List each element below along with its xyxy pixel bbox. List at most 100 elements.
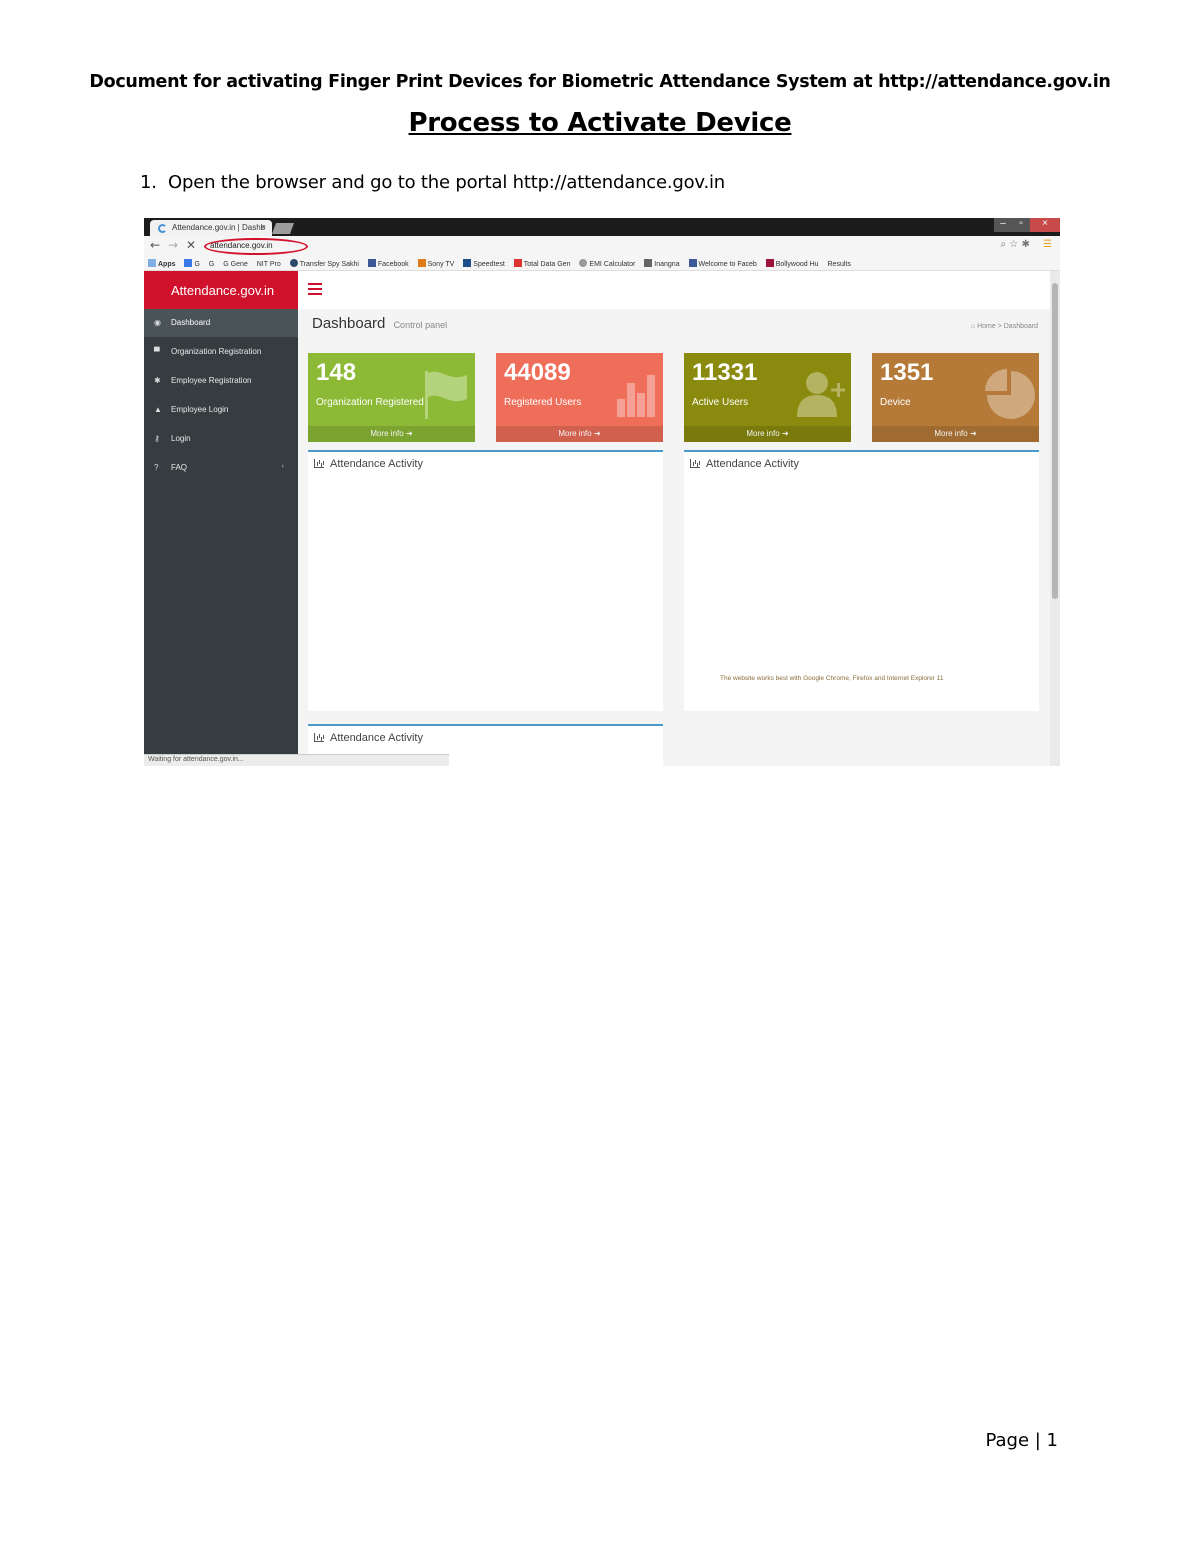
bookmark-item[interactable]: Sony TV [417,259,454,268]
bookmark-item[interactable]: Speedtest [463,259,505,268]
more-info-link[interactable]: More info ➜ [684,426,851,442]
tab-close-icon[interactable]: × [261,222,266,232]
sidebar-item-label: Login [171,434,191,443]
bookmark-item[interactable]: G [184,259,200,268]
globe-icon [289,259,298,267]
stat-value: 11331 [692,359,758,386]
document-title: Process to Activate Device [408,108,792,138]
highlight-circle [204,238,308,255]
more-info-link[interactable]: More info ➜ [872,426,1039,442]
user-add-icon [797,372,845,417]
bookmark-item[interactable]: Inangna [644,259,680,268]
stat-box-organizations: 148 Organization Registered More info ➜ [308,353,475,442]
bookmark-item[interactable]: Transfer Spy Sakhi [289,259,359,268]
key-icon: ⚷ [154,434,160,443]
bookmark-item[interactable]: Total Data Gen [513,259,570,268]
browser-status-bar: Waiting for attendance.gov.in... [144,754,449,766]
browser-tab[interactable]: Attendance.gov.in | Dashb × [150,220,272,236]
bookmark-item[interactable]: Bollywood Hu [765,259,819,268]
printer-icon [644,259,653,267]
sidebar-item-organization-registration[interactable]: ▀ Organization Registration [144,338,298,366]
stat-label: Organization Registered [316,397,424,408]
arrow-circle-icon: ➜ [969,429,977,438]
extension-icon[interactable]: ✱ [1021,239,1029,250]
app-topbar [298,271,1050,309]
chevron-left-icon: ‹ [281,463,284,470]
breadcrumb-current: Dashboard [1003,323,1038,330]
user-icon: ▲ [154,405,162,414]
app-main: Dashboard Control panel ⌂ Home > Dashboa… [298,271,1050,766]
browser-compatibility-notice: The website works best with Google Chrom… [720,675,944,682]
sidebar-item-label: FAQ [171,463,188,472]
facebook-icon [367,259,376,267]
more-info-link[interactable]: More info ➜ [496,426,663,442]
panel-title: Attendance Activity [690,458,799,470]
bookmark-item[interactable]: EMI Calculator [579,259,635,268]
sidebar-item-label: Employee Registration [171,376,252,385]
new-tab-button[interactable] [271,223,295,234]
sidebar-item-employee-login[interactable]: ▲ Employee Login [144,396,298,424]
menu-icon[interactable]: ☰ [1043,239,1052,250]
back-arrow-icon[interactable]: ← [150,238,160,252]
google-icon [184,259,193,267]
panel-title: Attendance Activity [314,732,423,744]
calculator-icon [579,259,588,267]
speedtest-icon [463,259,472,267]
arrow-circle-icon: ➜ [781,429,789,438]
stat-box-devices: 1351 Device More info ➜ [872,353,1039,442]
flag-icon [425,371,467,419]
bookmark-item[interactable]: Welcome to Faceb [688,259,757,268]
bar-chart-icon [314,459,324,468]
bookmark-item[interactable]: G Gene [223,261,248,268]
sidebar-item-faq[interactable]: ? FAQ ‹ [144,454,298,482]
bookmarks-bar: Apps G G G Gene NIT Pro Transfer Spy Sak… [144,256,1060,271]
home-icon: ⌂ [970,323,976,330]
page-number: Page | 1 [985,1430,1058,1451]
question-icon: ? [154,463,159,472]
bollywood-icon [765,259,774,267]
sidebar-item-login[interactable]: ⚷ Login [144,425,298,453]
bookmark-item[interactable]: Facebook [367,259,409,268]
close-window-button[interactable]: × [1030,218,1060,232]
app-logo[interactable]: Attendance.gov.in [144,271,298,309]
page-scrollbar[interactable] [1050,271,1060,766]
sidebar-item-label: Dashboard [171,318,211,327]
bookmark-apps[interactable]: Apps [148,259,176,268]
breadcrumb: ⌂ Home > Dashboard [971,323,1038,330]
sidebar-item-label: Organization Registration [171,347,262,356]
bookmark-item[interactable]: Results [828,261,851,268]
stat-value: 148 [316,359,357,386]
bookmark-item[interactable]: G [209,261,214,268]
facebook-icon [688,259,697,267]
users-icon: ✱ [154,376,161,385]
toolbar-icons: ⌕ ☆ ✱ ☰ [1001,239,1053,250]
more-info-link[interactable]: More info ➜ [308,426,475,442]
dashboard-icon: ◉ [154,318,161,327]
zoom-icon[interactable]: ⌕ [1001,239,1007,250]
apps-grid-icon [148,259,156,267]
stat-value: 1351 [880,359,934,386]
bookmark-item[interactable]: NIT Pro [257,261,281,268]
sidebar-item-dashboard[interactable]: ◉ Dashboard [144,309,298,337]
app-sidebar: Attendance.gov.in ◉ Dashboard ▀ Organiza… [144,271,298,766]
sidebar-item-employee-registration[interactable]: ✱ Employee Registration [144,367,298,395]
minimize-button[interactable]: – [994,218,1012,232]
panel-title: Attendance Activity [314,458,423,470]
step-number: 1. [140,172,157,193]
forward-arrow-icon[interactable]: → [168,238,178,252]
stop-loading-icon[interactable]: ✕ [186,238,196,252]
breadcrumb-separator: > [997,323,1002,330]
attendance-activity-panel: Attendance Activity [684,450,1039,711]
star-icon[interactable]: ☆ [1009,239,1018,250]
breadcrumb-home[interactable]: Home [977,323,996,330]
step-1: 1. Open the browser and go to the portal … [140,172,725,193]
stat-label: Registered Users [504,397,582,408]
stat-label: Device [880,397,911,408]
scrollbar-thumb[interactable] [1052,283,1058,599]
maximize-button[interactable]: ▫ [1012,218,1030,232]
hamburger-menu-icon[interactable] [308,283,322,298]
stat-box-active-users: 11331 Active Users More info ➜ [684,353,851,442]
document-header: Document for activating Finger Print Dev… [89,72,1111,92]
data-icon [513,259,522,267]
browser-screenshot: Attendance.gov.in | Dashb × – ▫ × ← → ✕ … [144,218,1060,766]
